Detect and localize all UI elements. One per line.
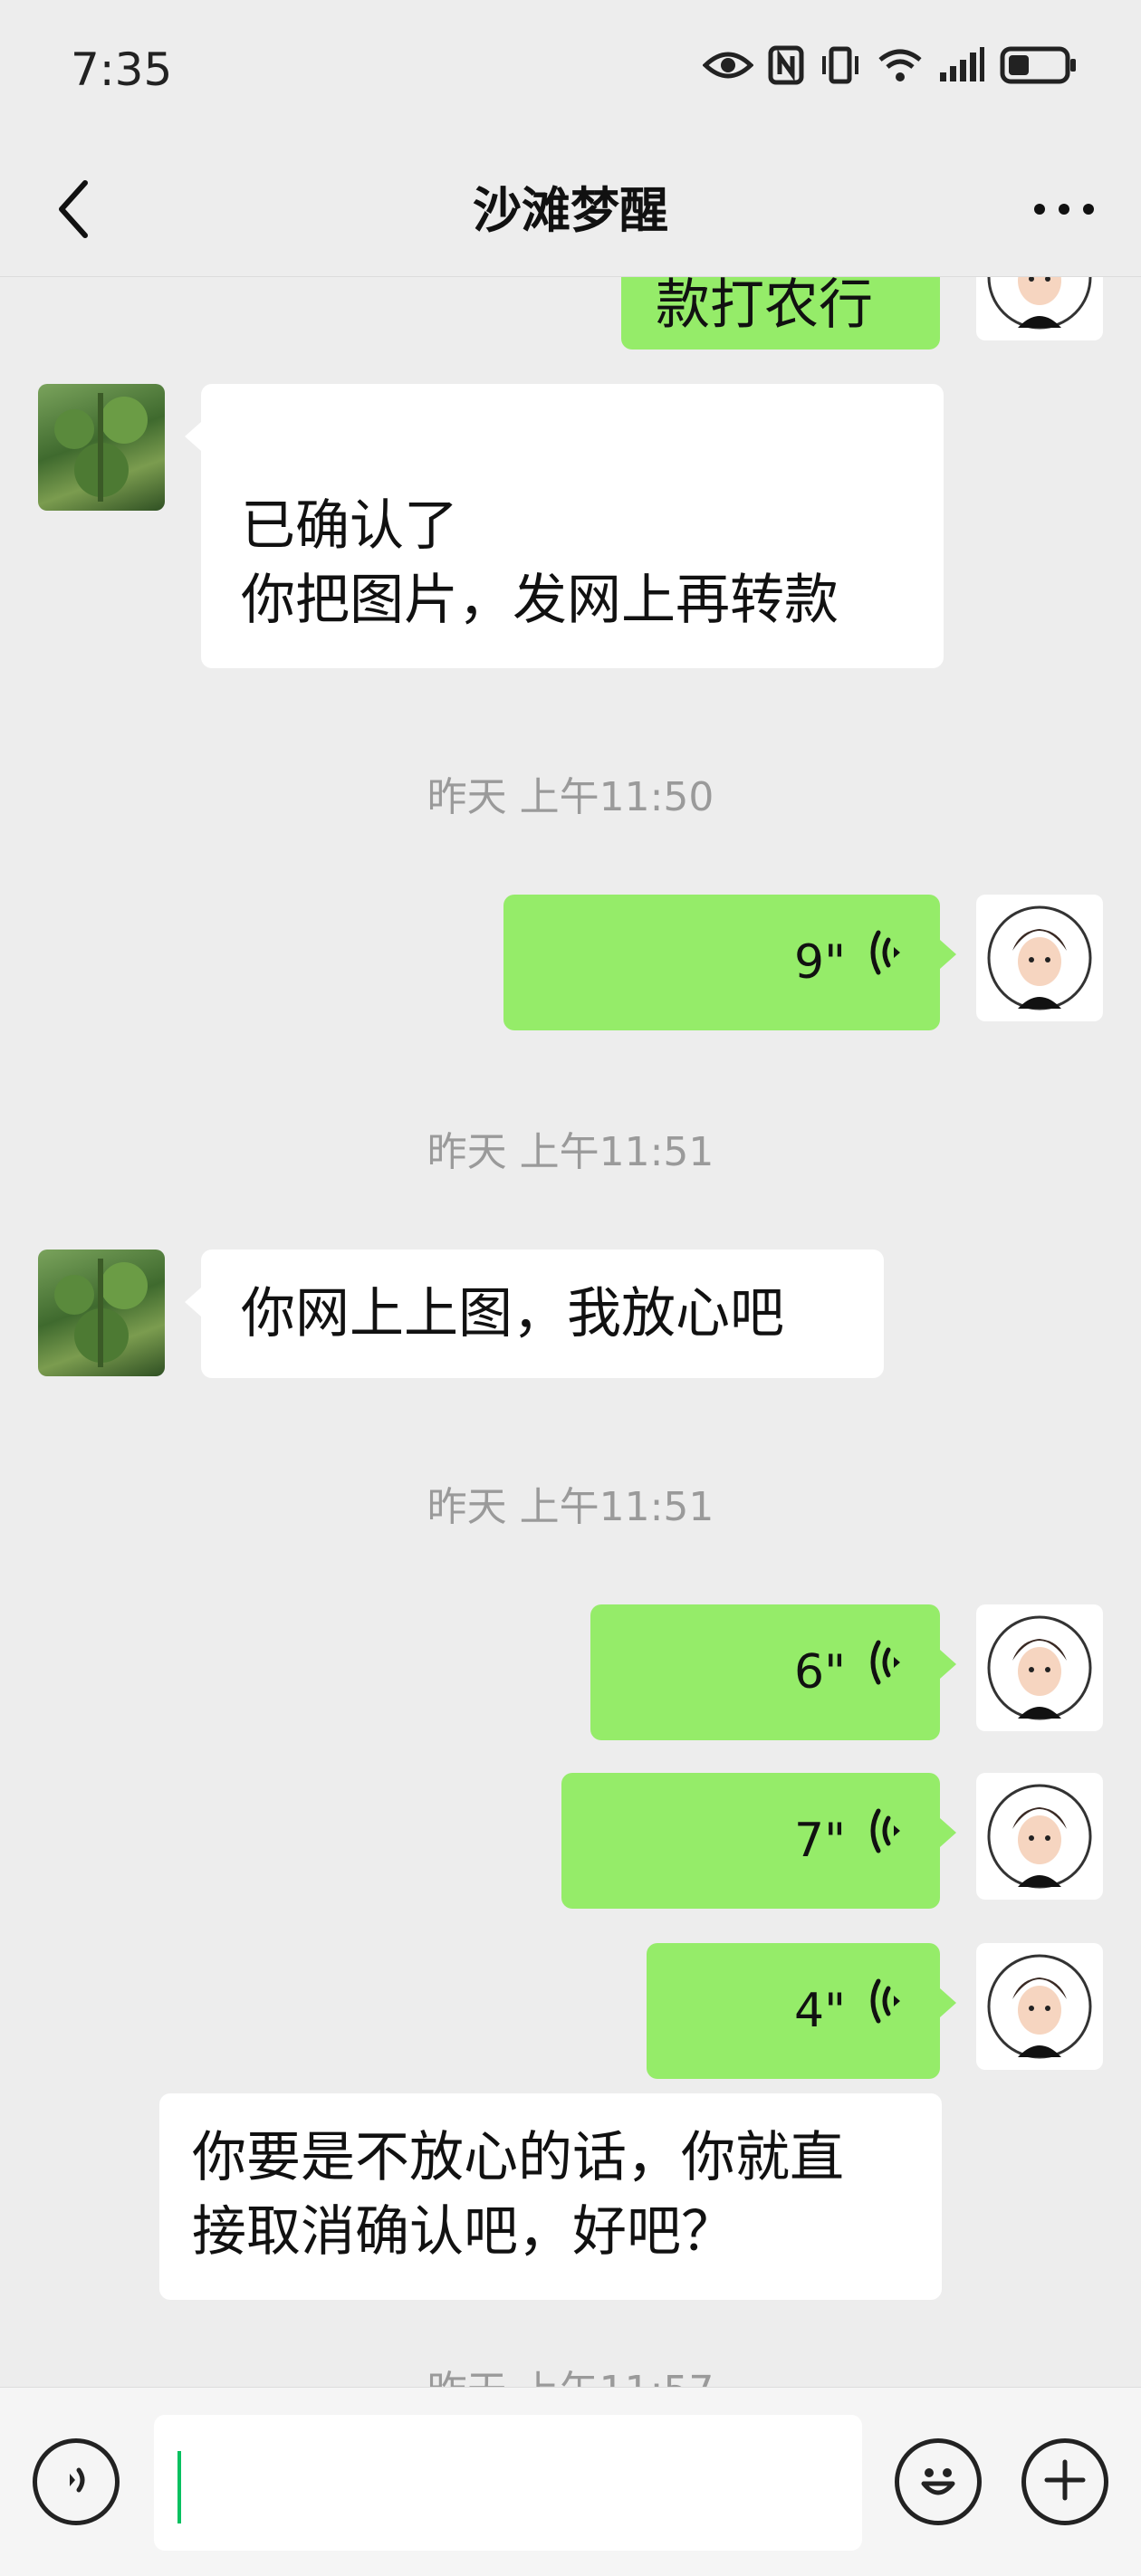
avatar-cartoon-icon [976, 1615, 1103, 1731]
avatar-cartoon-icon [976, 905, 1103, 1021]
battery-icon [1000, 46, 1078, 84]
message-line: 已确认了 [241, 494, 458, 558]
more-horizontal-icon [1032, 202, 1096, 220]
chat-area[interactable]: 款打农行 已确认了 你把图片，发网上再转款 昨天 上午11:50 9" 昨天 上… [0, 277, 1141, 2387]
avatar-cartoon-icon [976, 277, 1103, 340]
message-line: 你把图片，发网上再转款 [241, 569, 839, 632]
input-bar [0, 2387, 1141, 2576]
avatar-plant-photo-icon [38, 393, 165, 511]
voice-duration: 9" [793, 935, 846, 990]
status-time: 7:35 [71, 43, 173, 96]
message-text: 款打农行 [656, 277, 873, 337]
voice-message[interactable]: 7" [561, 1773, 956, 1909]
voice-duration: 4" [793, 1984, 846, 2038]
voice-message[interactable]: 4" [647, 1943, 956, 2079]
chat-header: 沙滩梦醒 [0, 145, 1141, 277]
timestamp-partial: 昨天 上午11:57 [0, 2358, 1141, 2387]
wifi-icon [877, 47, 924, 83]
voice-wave-icon [864, 1974, 904, 2048]
timestamp: 昨天 上午11:50 [427, 774, 714, 820]
status-icons [703, 45, 1078, 85]
voice-duration: 6" [793, 1645, 846, 1700]
timestamp: 昨天 上午11:51 [427, 1484, 714, 1530]
timestamp: 昨天 上午11:51 [427, 1129, 714, 1175]
message-bubble[interactable]: 你网上上图，我放心吧 [185, 1250, 884, 1378]
voice-mode-button[interactable] [33, 2438, 120, 2525]
voice-message[interactable]: 9" [503, 895, 956, 1030]
emoji-icon [911, 2453, 965, 2511]
my-avatar[interactable] [976, 1943, 1103, 2070]
avatar-cartoon-icon [976, 1954, 1103, 2070]
message-line: 接取消确认吧，好吧？ [192, 2200, 735, 2264]
message-text: 你网上上图，我放心吧 [241, 1282, 784, 1345]
chevron-left-icon [54, 177, 91, 244]
voice-wave-icon [864, 925, 904, 1000]
back-button[interactable] [36, 170, 109, 252]
voice-wave-icon [864, 1804, 904, 1878]
voice-mode-icon [53, 2457, 99, 2506]
contact-avatar[interactable] [38, 384, 165, 511]
voice-message[interactable]: 6" [590, 1604, 956, 1740]
my-avatar[interactable] [976, 277, 1103, 340]
nfc-icon [768, 45, 804, 85]
more-button[interactable] [1023, 177, 1105, 244]
message-line: 你要是不放心的话，你就直 [192, 2126, 844, 2189]
contact-avatar[interactable] [38, 1250, 165, 1376]
signal-icon [938, 47, 985, 83]
message-bubble-partial[interactable]: 款打农行 [621, 277, 940, 350]
chat-title: 沙滩梦醒 [473, 182, 668, 239]
message-bubble[interactable]: 你要是不放心的话，你就直 接取消确认吧，好吧？ [159, 2093, 942, 2300]
vibrate-icon [819, 45, 862, 85]
my-avatar[interactable] [976, 895, 1103, 1021]
avatar-cartoon-icon [976, 1784, 1103, 1900]
emoji-button[interactable] [895, 2438, 982, 2525]
voice-duration: 7" [793, 1814, 846, 1868]
my-avatar[interactable] [976, 1604, 1103, 1731]
my-avatar[interactable] [976, 1773, 1103, 1900]
text-cursor [177, 2451, 181, 2523]
message-input[interactable] [154, 2415, 862, 2551]
status-bar: 7:35 [0, 0, 1141, 145]
message-bubble[interactable]: 已确认了 你把图片，发网上再转款 [185, 384, 944, 668]
eye-icon [703, 49, 753, 81]
voice-wave-icon [864, 1635, 904, 1709]
plus-button[interactable] [1021, 2438, 1108, 2525]
avatar-plant-photo-icon [38, 1259, 165, 1376]
plus-icon [1040, 2455, 1090, 2509]
